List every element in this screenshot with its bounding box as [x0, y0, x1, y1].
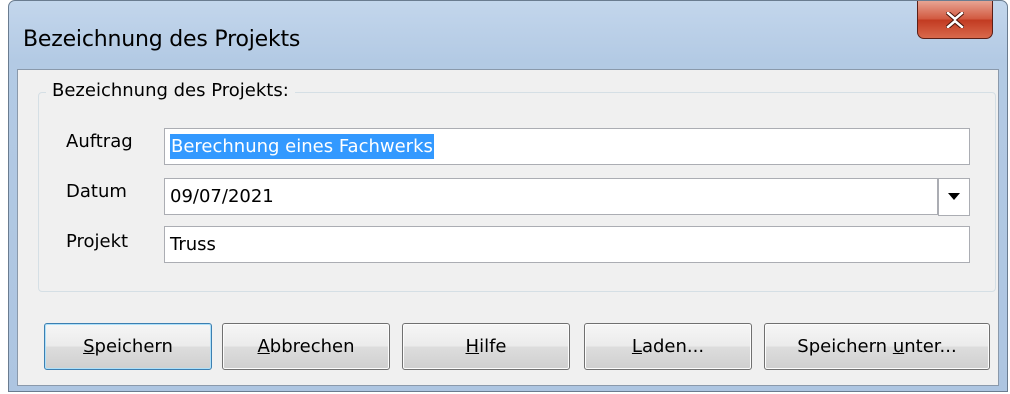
speichern-accel: S	[83, 336, 95, 357]
dialog-window: Bezeichnung des Projekts Bezeichnung des…	[8, 0, 1008, 392]
abbrechen-label: bbrechen	[269, 336, 355, 357]
datum-label: Datum	[66, 181, 127, 202]
laden-button[interactable]: Laden...	[584, 323, 752, 370]
abbrechen-accel: A	[257, 336, 270, 357]
speichern-unter-pre: Speichern	[797, 336, 893, 357]
auftrag-value: Berechnung eines Fachwerks	[170, 134, 434, 159]
speichern-unter-label: nter...	[904, 336, 957, 357]
datum-field[interactable]: 09/07/2021	[164, 178, 938, 215]
speichern-unter-accel: u	[892, 336, 905, 357]
abbrechen-button[interactable]: Abbrechen	[222, 323, 390, 370]
datum-dropdown-button[interactable]	[938, 178, 970, 216]
speichern-unter-button[interactable]: Speichern u nter...	[764, 323, 990, 370]
speichern-button[interactable]: Speichern	[44, 323, 212, 370]
dialog-client-area: Bezeichnung des Projekts: Auftrag Berech…	[17, 69, 999, 386]
speichern-label: peichern	[94, 336, 173, 357]
datum-value: 09/07/2021	[170, 186, 274, 207]
title-bar[interactable]: Bezeichnung des Projekts	[9, 1, 1007, 69]
projekt-value: Truss	[170, 234, 216, 255]
hilfe-accel: H	[465, 336, 480, 357]
projekt-label: Projekt	[66, 231, 129, 252]
auftrag-label: Auftrag	[66, 131, 133, 152]
groupbox-legend: Bezeichnung des Projekts:	[46, 80, 295, 101]
hilfe-label: ilfe	[479, 336, 507, 357]
laden-label: aden...	[641, 336, 705, 357]
projekt-field[interactable]: Truss	[164, 226, 970, 263]
laden-accel: L	[631, 336, 642, 357]
close-icon	[946, 11, 964, 28]
close-button[interactable]	[917, 1, 993, 39]
window-title: Bezeichnung des Projekts	[23, 27, 301, 52]
hilfe-button[interactable]: Hilfe	[402, 323, 570, 370]
auftrag-field[interactable]: Berechnung eines Fachwerks	[164, 128, 970, 165]
chevron-down-icon	[948, 193, 960, 200]
